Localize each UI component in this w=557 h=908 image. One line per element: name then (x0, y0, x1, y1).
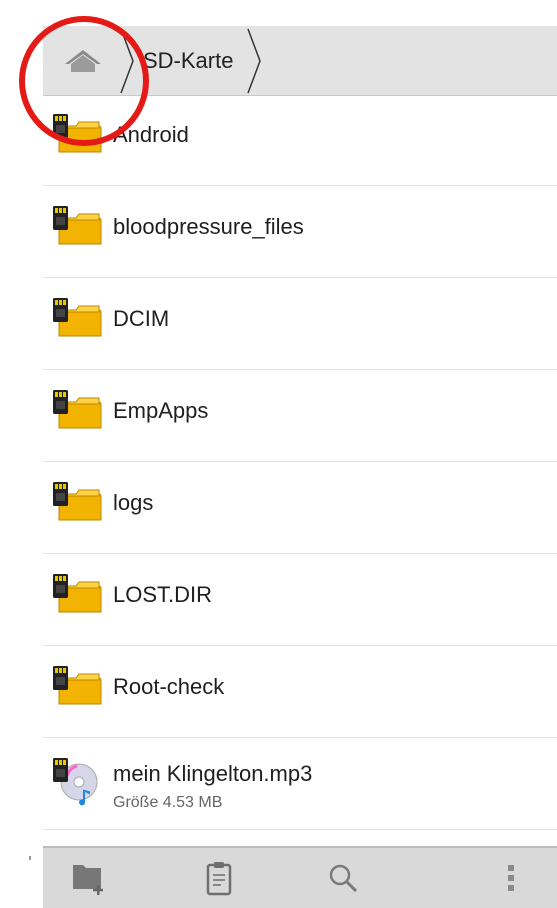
entry-name: LOST.DIR (113, 582, 213, 607)
folder-row[interactable]: LOST.DIR (43, 555, 557, 646)
folder-row[interactable]: bloodpressure_files (43, 187, 557, 278)
file-manager-app: SD-Karte Android bloodpressure_files DCIM E… (43, 26, 557, 908)
folder-row[interactable]: Root-check (43, 647, 557, 738)
sdcard-folder-icon (51, 574, 105, 614)
paste-button[interactable] (174, 848, 264, 908)
entry-name: bloodpressure_files (113, 214, 304, 239)
clipboard-icon (206, 862, 232, 896)
search-icon (329, 864, 358, 893)
file-size: Größe 4.53 MB (113, 794, 223, 811)
home-button[interactable] (43, 26, 121, 95)
sdcard-audio-file-icon (51, 758, 105, 806)
home-icon (65, 50, 101, 72)
entry-name: Root-check (113, 674, 225, 699)
breadcrumb-separator (120, 28, 134, 94)
bottom-toolbar (43, 846, 557, 908)
folder-row[interactable]: logs (43, 463, 557, 554)
entry-name: mein Klingelton.mp3 (113, 761, 313, 786)
overflow-menu-button[interactable] (466, 848, 556, 908)
entry-name: EmpApps (113, 398, 209, 423)
sdcard-folder-icon (51, 298, 105, 338)
entry-name: DCIM (113, 306, 170, 331)
overflow-menu-icon (508, 865, 514, 891)
folder-row[interactable]: Android (43, 95, 557, 186)
sdcard-folder-icon (51, 206, 105, 246)
sdcard-folder-icon (51, 114, 105, 154)
sdcard-folder-icon (51, 666, 105, 706)
breadcrumb: SD-Karte (43, 26, 557, 96)
entry-name: Android (113, 122, 189, 147)
new-folder-button[interactable] (46, 848, 136, 908)
folder-row[interactable]: DCIM (43, 279, 557, 370)
new-folder-icon (73, 865, 103, 895)
sdcard-folder-icon (51, 482, 105, 522)
search-button[interactable] (298, 848, 388, 908)
sdcard-folder-icon (51, 390, 105, 430)
file-row[interactable]: mein Klingelton.mp3 Größe 4.53 MB (43, 739, 557, 830)
breadcrumb-item-sd-karte[interactable]: SD-Karte (143, 44, 233, 78)
folder-row[interactable]: EmpApps (43, 371, 557, 462)
edge-marker (29, 856, 31, 860)
entry-name: logs (113, 490, 154, 515)
breadcrumb-separator (247, 28, 261, 94)
